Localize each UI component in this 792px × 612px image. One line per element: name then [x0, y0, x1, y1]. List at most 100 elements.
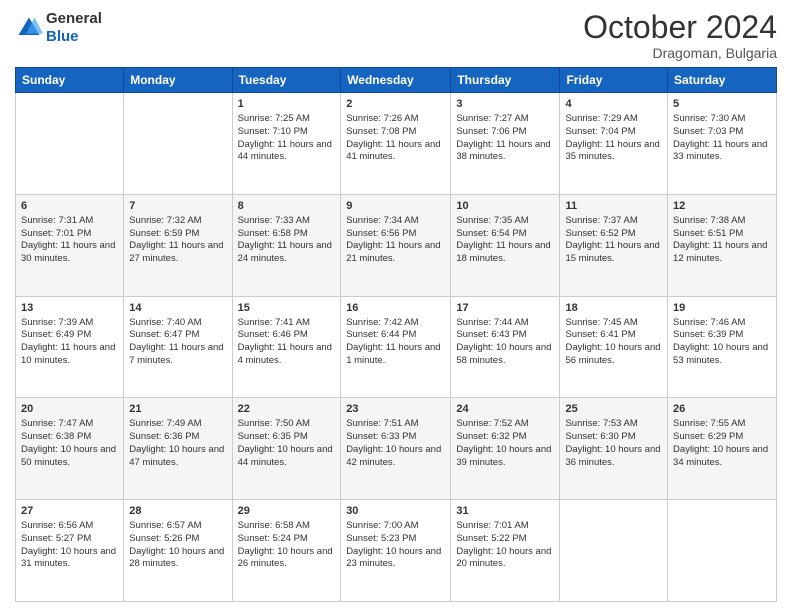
calendar-cell: [124, 93, 232, 195]
sunrise-text: Sunrise: 6:56 AM: [21, 520, 118, 533]
daylight-text: Daylight: 10 hours and 26 minutes.: [238, 546, 336, 572]
calendar-cell: 29Sunrise: 6:58 AMSunset: 5:24 PMDayligh…: [232, 500, 341, 602]
calendar-cell: 5Sunrise: 7:30 AMSunset: 7:03 PMDaylight…: [668, 93, 777, 195]
day-number: 22: [238, 402, 336, 417]
calendar-header-sunday: Sunday: [16, 68, 124, 93]
day-number: 4: [565, 97, 662, 112]
calendar-cell: 12Sunrise: 7:38 AMSunset: 6:51 PMDayligh…: [668, 194, 777, 296]
sunrise-text: Sunrise: 7:26 AM: [346, 113, 445, 126]
logo: General Blue: [15, 10, 102, 46]
logo-icon: [15, 14, 43, 42]
daylight-text: Daylight: 11 hours and 15 minutes.: [565, 240, 662, 266]
sunrise-text: Sunrise: 7:01 AM: [456, 520, 554, 533]
sunrise-text: Sunrise: 7:44 AM: [456, 317, 554, 330]
sunrise-text: Sunrise: 7:41 AM: [238, 317, 336, 330]
calendar-cell: 30Sunrise: 7:00 AMSunset: 5:23 PMDayligh…: [341, 500, 451, 602]
sunset-text: Sunset: 6:33 PM: [346, 431, 445, 444]
sunrise-text: Sunrise: 7:34 AM: [346, 215, 445, 228]
daylight-text: Daylight: 10 hours and 53 minutes.: [673, 342, 771, 368]
daylight-text: Daylight: 11 hours and 18 minutes.: [456, 240, 554, 266]
sunset-text: Sunset: 7:04 PM: [565, 126, 662, 139]
sunrise-text: Sunrise: 7:45 AM: [565, 317, 662, 330]
calendar-cell: 8Sunrise: 7:33 AMSunset: 6:58 PMDaylight…: [232, 194, 341, 296]
day-number: 23: [346, 402, 445, 417]
daylight-text: Daylight: 10 hours and 44 minutes.: [238, 444, 336, 470]
sunset-text: Sunset: 6:54 PM: [456, 228, 554, 241]
daylight-text: Daylight: 10 hours and 56 minutes.: [565, 342, 662, 368]
calendar-header-wednesday: Wednesday: [341, 68, 451, 93]
calendar-cell: 21Sunrise: 7:49 AMSunset: 6:36 PMDayligh…: [124, 398, 232, 500]
daylight-text: Daylight: 10 hours and 31 minutes.: [21, 546, 118, 572]
calendar-cell: 28Sunrise: 6:57 AMSunset: 5:26 PMDayligh…: [124, 500, 232, 602]
header: General Blue October 2024 Dragoman, Bulg…: [15, 10, 777, 61]
sunrise-text: Sunrise: 7:47 AM: [21, 418, 118, 431]
calendar-week-5: 27Sunrise: 6:56 AMSunset: 5:27 PMDayligh…: [16, 500, 777, 602]
daylight-text: Daylight: 11 hours and 41 minutes.: [346, 139, 445, 165]
day-number: 10: [456, 199, 554, 214]
calendar-week-3: 13Sunrise: 7:39 AMSunset: 6:49 PMDayligh…: [16, 296, 777, 398]
day-number: 31: [456, 504, 554, 519]
day-number: 12: [673, 199, 771, 214]
day-number: 16: [346, 301, 445, 316]
sunrise-text: Sunrise: 6:58 AM: [238, 520, 336, 533]
sunrise-text: Sunrise: 7:55 AM: [673, 418, 771, 431]
calendar-cell: 27Sunrise: 6:56 AMSunset: 5:27 PMDayligh…: [16, 500, 124, 602]
sunset-text: Sunset: 6:43 PM: [456, 329, 554, 342]
sunset-text: Sunset: 6:49 PM: [21, 329, 118, 342]
sunset-text: Sunset: 6:29 PM: [673, 431, 771, 444]
calendar-week-4: 20Sunrise: 7:47 AMSunset: 6:38 PMDayligh…: [16, 398, 777, 500]
calendar-cell: 14Sunrise: 7:40 AMSunset: 6:47 PMDayligh…: [124, 296, 232, 398]
day-number: 11: [565, 199, 662, 214]
daylight-text: Daylight: 11 hours and 33 minutes.: [673, 139, 771, 165]
calendar-cell: 19Sunrise: 7:46 AMSunset: 6:39 PMDayligh…: [668, 296, 777, 398]
daylight-text: Daylight: 10 hours and 58 minutes.: [456, 342, 554, 368]
sunset-text: Sunset: 6:51 PM: [673, 228, 771, 241]
sunset-text: Sunset: 6:58 PM: [238, 228, 336, 241]
calendar-cell: [560, 500, 668, 602]
calendar-header-saturday: Saturday: [668, 68, 777, 93]
daylight-text: Daylight: 11 hours and 44 minutes.: [238, 139, 336, 165]
daylight-text: Daylight: 11 hours and 10 minutes.: [21, 342, 118, 368]
sunrise-text: Sunrise: 7:25 AM: [238, 113, 336, 126]
day-number: 17: [456, 301, 554, 316]
sunset-text: Sunset: 7:06 PM: [456, 126, 554, 139]
calendar-header-tuesday: Tuesday: [232, 68, 341, 93]
sunset-text: Sunset: 6:36 PM: [129, 431, 226, 444]
daylight-text: Daylight: 10 hours and 36 minutes.: [565, 444, 662, 470]
calendar-cell: 31Sunrise: 7:01 AMSunset: 5:22 PMDayligh…: [451, 500, 560, 602]
calendar-cell: 4Sunrise: 7:29 AMSunset: 7:04 PMDaylight…: [560, 93, 668, 195]
sunset-text: Sunset: 6:32 PM: [456, 431, 554, 444]
calendar-cell: [16, 93, 124, 195]
calendar-cell: 26Sunrise: 7:55 AMSunset: 6:29 PMDayligh…: [668, 398, 777, 500]
sunrise-text: Sunrise: 7:49 AM: [129, 418, 226, 431]
sunset-text: Sunset: 6:52 PM: [565, 228, 662, 241]
calendar-cell: [668, 500, 777, 602]
daylight-text: Daylight: 11 hours and 21 minutes.: [346, 240, 445, 266]
day-number: 30: [346, 504, 445, 519]
day-number: 8: [238, 199, 336, 214]
daylight-text: Daylight: 10 hours and 47 minutes.: [129, 444, 226, 470]
sunset-text: Sunset: 6:38 PM: [21, 431, 118, 444]
sunset-text: Sunset: 6:44 PM: [346, 329, 445, 342]
month-title: October 2024: [583, 10, 777, 45]
day-number: 25: [565, 402, 662, 417]
calendar-cell: 23Sunrise: 7:51 AMSunset: 6:33 PMDayligh…: [341, 398, 451, 500]
calendar-cell: 24Sunrise: 7:52 AMSunset: 6:32 PMDayligh…: [451, 398, 560, 500]
sunrise-text: Sunrise: 7:32 AM: [129, 215, 226, 228]
day-number: 2: [346, 97, 445, 112]
daylight-text: Daylight: 11 hours and 38 minutes.: [456, 139, 554, 165]
daylight-text: Daylight: 11 hours and 4 minutes.: [238, 342, 336, 368]
calendar-header-thursday: Thursday: [451, 68, 560, 93]
daylight-text: Daylight: 11 hours and 35 minutes.: [565, 139, 662, 165]
sunrise-text: Sunrise: 7:42 AM: [346, 317, 445, 330]
sunset-text: Sunset: 5:26 PM: [129, 533, 226, 546]
daylight-text: Daylight: 11 hours and 30 minutes.: [21, 240, 118, 266]
page: General Blue October 2024 Dragoman, Bulg…: [0, 0, 792, 612]
calendar-cell: 9Sunrise: 7:34 AMSunset: 6:56 PMDaylight…: [341, 194, 451, 296]
sunset-text: Sunset: 6:30 PM: [565, 431, 662, 444]
calendar-cell: 2Sunrise: 7:26 AMSunset: 7:08 PMDaylight…: [341, 93, 451, 195]
sunset-text: Sunset: 5:27 PM: [21, 533, 118, 546]
title-block: October 2024 Dragoman, Bulgaria: [583, 10, 777, 61]
day-number: 26: [673, 402, 771, 417]
daylight-text: Daylight: 11 hours and 27 minutes.: [129, 240, 226, 266]
